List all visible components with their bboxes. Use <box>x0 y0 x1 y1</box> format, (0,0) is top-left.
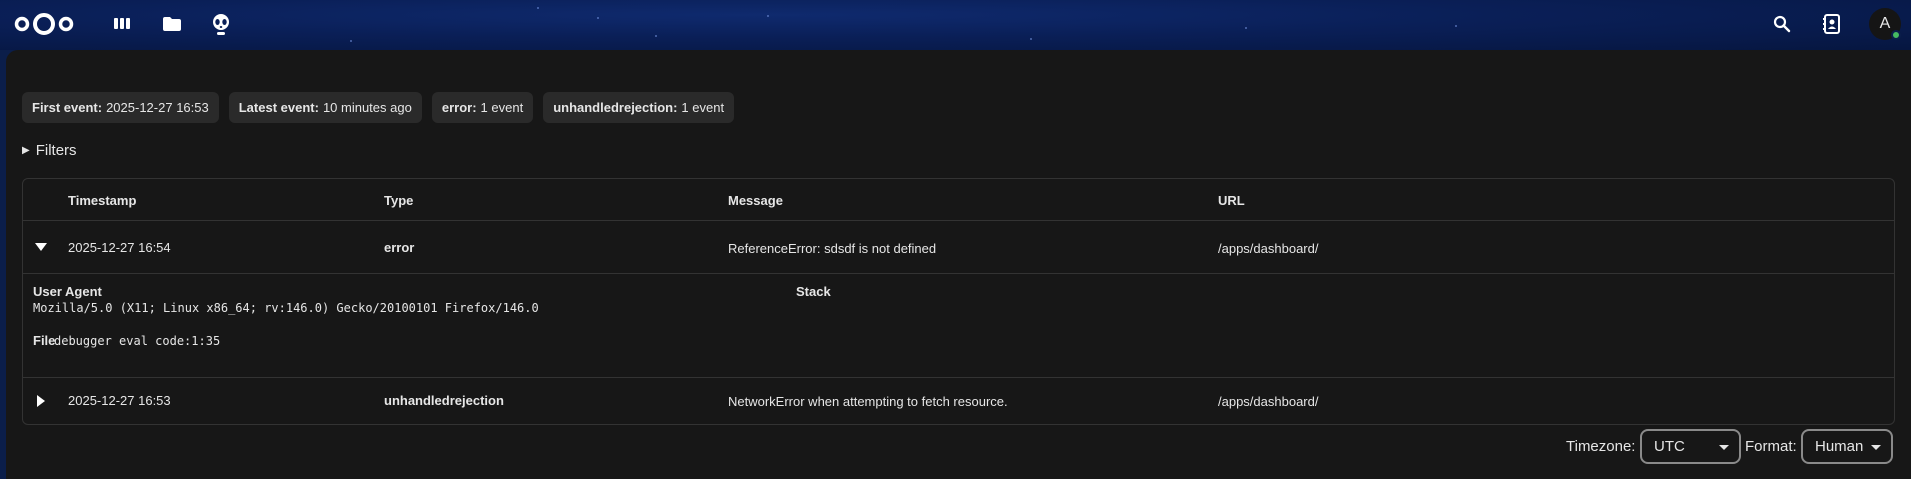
row-type: unhandledrejection <box>384 393 504 408</box>
first-event-value: 2025-12-27 16:53 <box>106 100 209 115</box>
user-agent-label: User Agent <box>33 284 102 299</box>
error-count-badge: error: 1 event <box>431 92 534 123</box>
row-message: NetworkError when attempting to fetch re… <box>728 394 1008 409</box>
table-header-row: Timestamp Type Message URL <box>23 179 1894 221</box>
unhandledrejection-count-label: unhandledrejection: <box>553 100 678 115</box>
timezone-select[interactable]: UTC <box>1640 429 1741 464</box>
chevron-down-icon <box>1871 445 1881 450</box>
filters-toggle[interactable]: ▶ Filters <box>22 142 77 159</box>
row-url: /apps/dashboard/ <box>1218 241 1319 256</box>
collapse-row-icon[interactable] <box>33 239 49 255</box>
online-status-indicator <box>1891 30 1901 40</box>
main-content: First event: 2025-12-27 16:53 Latest eve… <box>6 50 1911 479</box>
column-header-timestamp[interactable]: Timestamp <box>68 193 136 208</box>
table-row[interactable]: 2025-12-27 16:54 error ReferenceError: s… <box>23 221 1894 273</box>
file-label: File <box>33 333 56 348</box>
row-type: error <box>384 240 415 255</box>
avatar-initial: A <box>1879 15 1891 32</box>
contacts-icon[interactable] <box>1820 12 1844 36</box>
dashboard-icon[interactable] <box>110 12 134 36</box>
column-header-url[interactable]: URL <box>1218 193 1245 208</box>
timezone-label: Timezone: <box>1566 438 1636 455</box>
expand-row-icon[interactable] <box>33 393 49 409</box>
format-value: Human <box>1815 438 1864 455</box>
error-count-value: 1 event <box>480 100 524 115</box>
column-header-type[interactable]: Type <box>384 193 413 208</box>
events-table: Timestamp Type Message URL 2025-12-27 16… <box>22 178 1895 425</box>
alien-icon[interactable] <box>209 12 233 36</box>
row-timestamp: 2025-12-27 16:53 <box>68 393 171 408</box>
latest-event-badge: Latest event: 10 minutes ago <box>228 92 422 123</box>
folder-icon[interactable] <box>160 12 184 36</box>
unhandledrejection-count-value: 1 event <box>681 100 725 115</box>
stack-label: Stack <box>796 284 831 299</box>
first-event-badge: First event: 2025-12-27 16:53 <box>22 92 219 123</box>
row-timestamp: 2025-12-27 16:54 <box>68 240 171 255</box>
nextcloud-logo[interactable] <box>14 11 74 37</box>
format-label: Format: <box>1745 438 1797 455</box>
row-detail-panel: User Agent Mozilla/5.0 (X11; Linux x86_6… <box>23 274 1894 378</box>
unhandledrejection-count-badge: unhandledrejection: 1 event <box>543 92 735 123</box>
format-select[interactable]: Human <box>1801 429 1893 464</box>
latest-event-value: 10 minutes ago <box>322 100 412 115</box>
column-header-message[interactable]: Message <box>728 193 783 208</box>
latest-event-label: Latest event: <box>238 100 319 115</box>
filters-label: Filters <box>35 142 77 159</box>
disclosure-triangle-icon: ▶ <box>22 145 30 156</box>
summary-badges: First event: 2025-12-27 16:53 Latest eve… <box>22 92 735 123</box>
row-message: ReferenceError: sdsdf is not defined <box>728 241 937 256</box>
error-count-label: error: <box>441 100 477 115</box>
row-url: /apps/dashboard/ <box>1218 394 1319 409</box>
first-event-label: First event: <box>32 100 103 115</box>
user-agent-value: Mozilla/5.0 (X11; Linux x86_64; rv:146.0… <box>33 301 539 315</box>
chevron-down-icon <box>1719 445 1729 450</box>
file-value: debugger eval code:1:35 <box>54 334 221 348</box>
top-header: A <box>0 0 1911 50</box>
table-row[interactable]: 2025-12-27 16:53 unhandledrejection Netw… <box>23 378 1894 424</box>
timezone-value: UTC <box>1654 438 1685 455</box>
search-icon[interactable] <box>1770 12 1794 36</box>
